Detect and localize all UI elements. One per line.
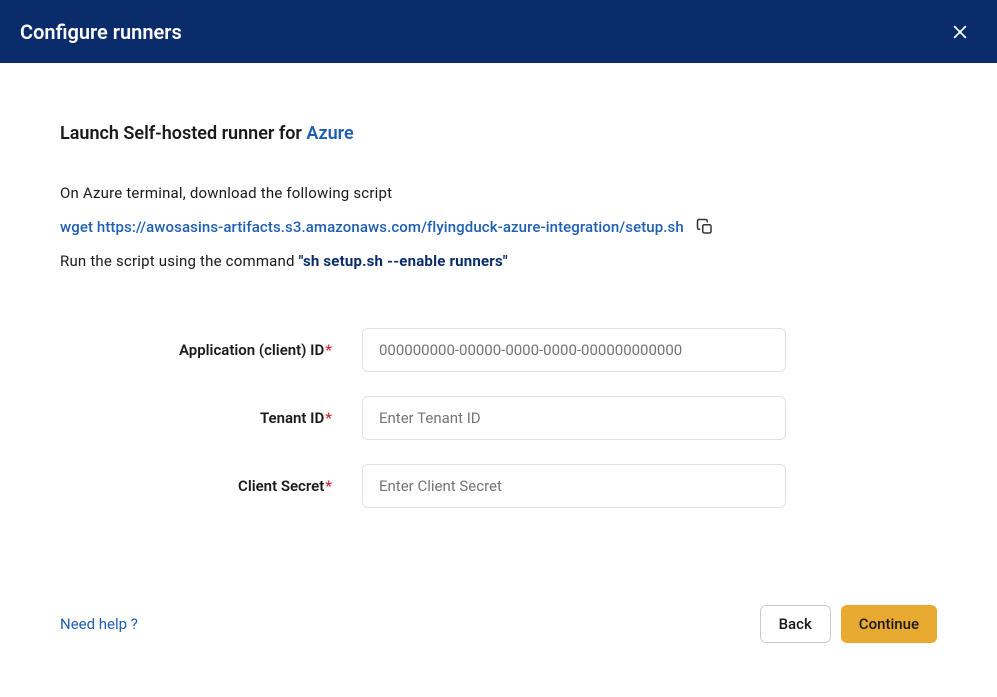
dialog-content: Launch Self-hosted runner for Azure On A… <box>0 63 997 508</box>
help-link[interactable]: Need help ? <box>60 615 138 633</box>
run-command: "sh setup.sh --enable runners" <box>299 252 508 270</box>
script-url: wget https://awosasins-artifacts.s3.amaz… <box>60 218 684 236</box>
client-secret-label-text: Client Secret <box>238 477 324 495</box>
required-mark: * <box>325 409 332 427</box>
instruction-run: Run the script using the command "sh set… <box>60 252 937 270</box>
footer-buttons: Back Continue <box>760 605 937 643</box>
subtitle-text: Launch Self-hosted runner for <box>60 123 306 144</box>
tenant-id-label-text: Tenant ID <box>260 409 324 427</box>
form-row-client-secret: Client Secret* <box>60 464 937 508</box>
dialog-header: Configure runners <box>0 0 997 63</box>
app-id-label: Application (client) ID* <box>60 341 362 359</box>
continue-button[interactable]: Continue <box>841 605 937 643</box>
copy-icon <box>696 218 714 236</box>
close-icon <box>951 23 969 41</box>
form-row-app-id: Application (client) ID* <box>60 328 937 372</box>
client-secret-label: Client Secret* <box>60 477 362 495</box>
required-mark: * <box>325 341 332 359</box>
run-prefix: Run the script using the command <box>60 252 299 270</box>
azure-link[interactable]: Azure <box>306 123 353 144</box>
dialog-title: Configure runners <box>20 20 182 44</box>
required-mark: * <box>325 477 332 495</box>
instruction-download: On Azure terminal, download the followin… <box>60 184 937 202</box>
close-button[interactable] <box>947 19 973 45</box>
client-secret-input[interactable] <box>362 464 786 508</box>
script-line: wget https://awosasins-artifacts.s3.amaz… <box>60 216 937 238</box>
form-row-tenant-id: Tenant ID* <box>60 396 937 440</box>
back-button[interactable]: Back <box>760 605 831 643</box>
dialog-footer: Need help ? Back Continue <box>60 605 937 643</box>
tenant-id-input[interactable] <box>362 396 786 440</box>
tenant-id-label: Tenant ID* <box>60 409 362 427</box>
form: Application (client) ID* Tenant ID* Clie… <box>60 328 937 508</box>
copy-button[interactable] <box>694 216 716 238</box>
app-id-input[interactable] <box>362 328 786 372</box>
app-id-label-text: Application (client) ID <box>179 341 324 359</box>
subtitle: Launch Self-hosted runner for Azure <box>60 123 937 144</box>
